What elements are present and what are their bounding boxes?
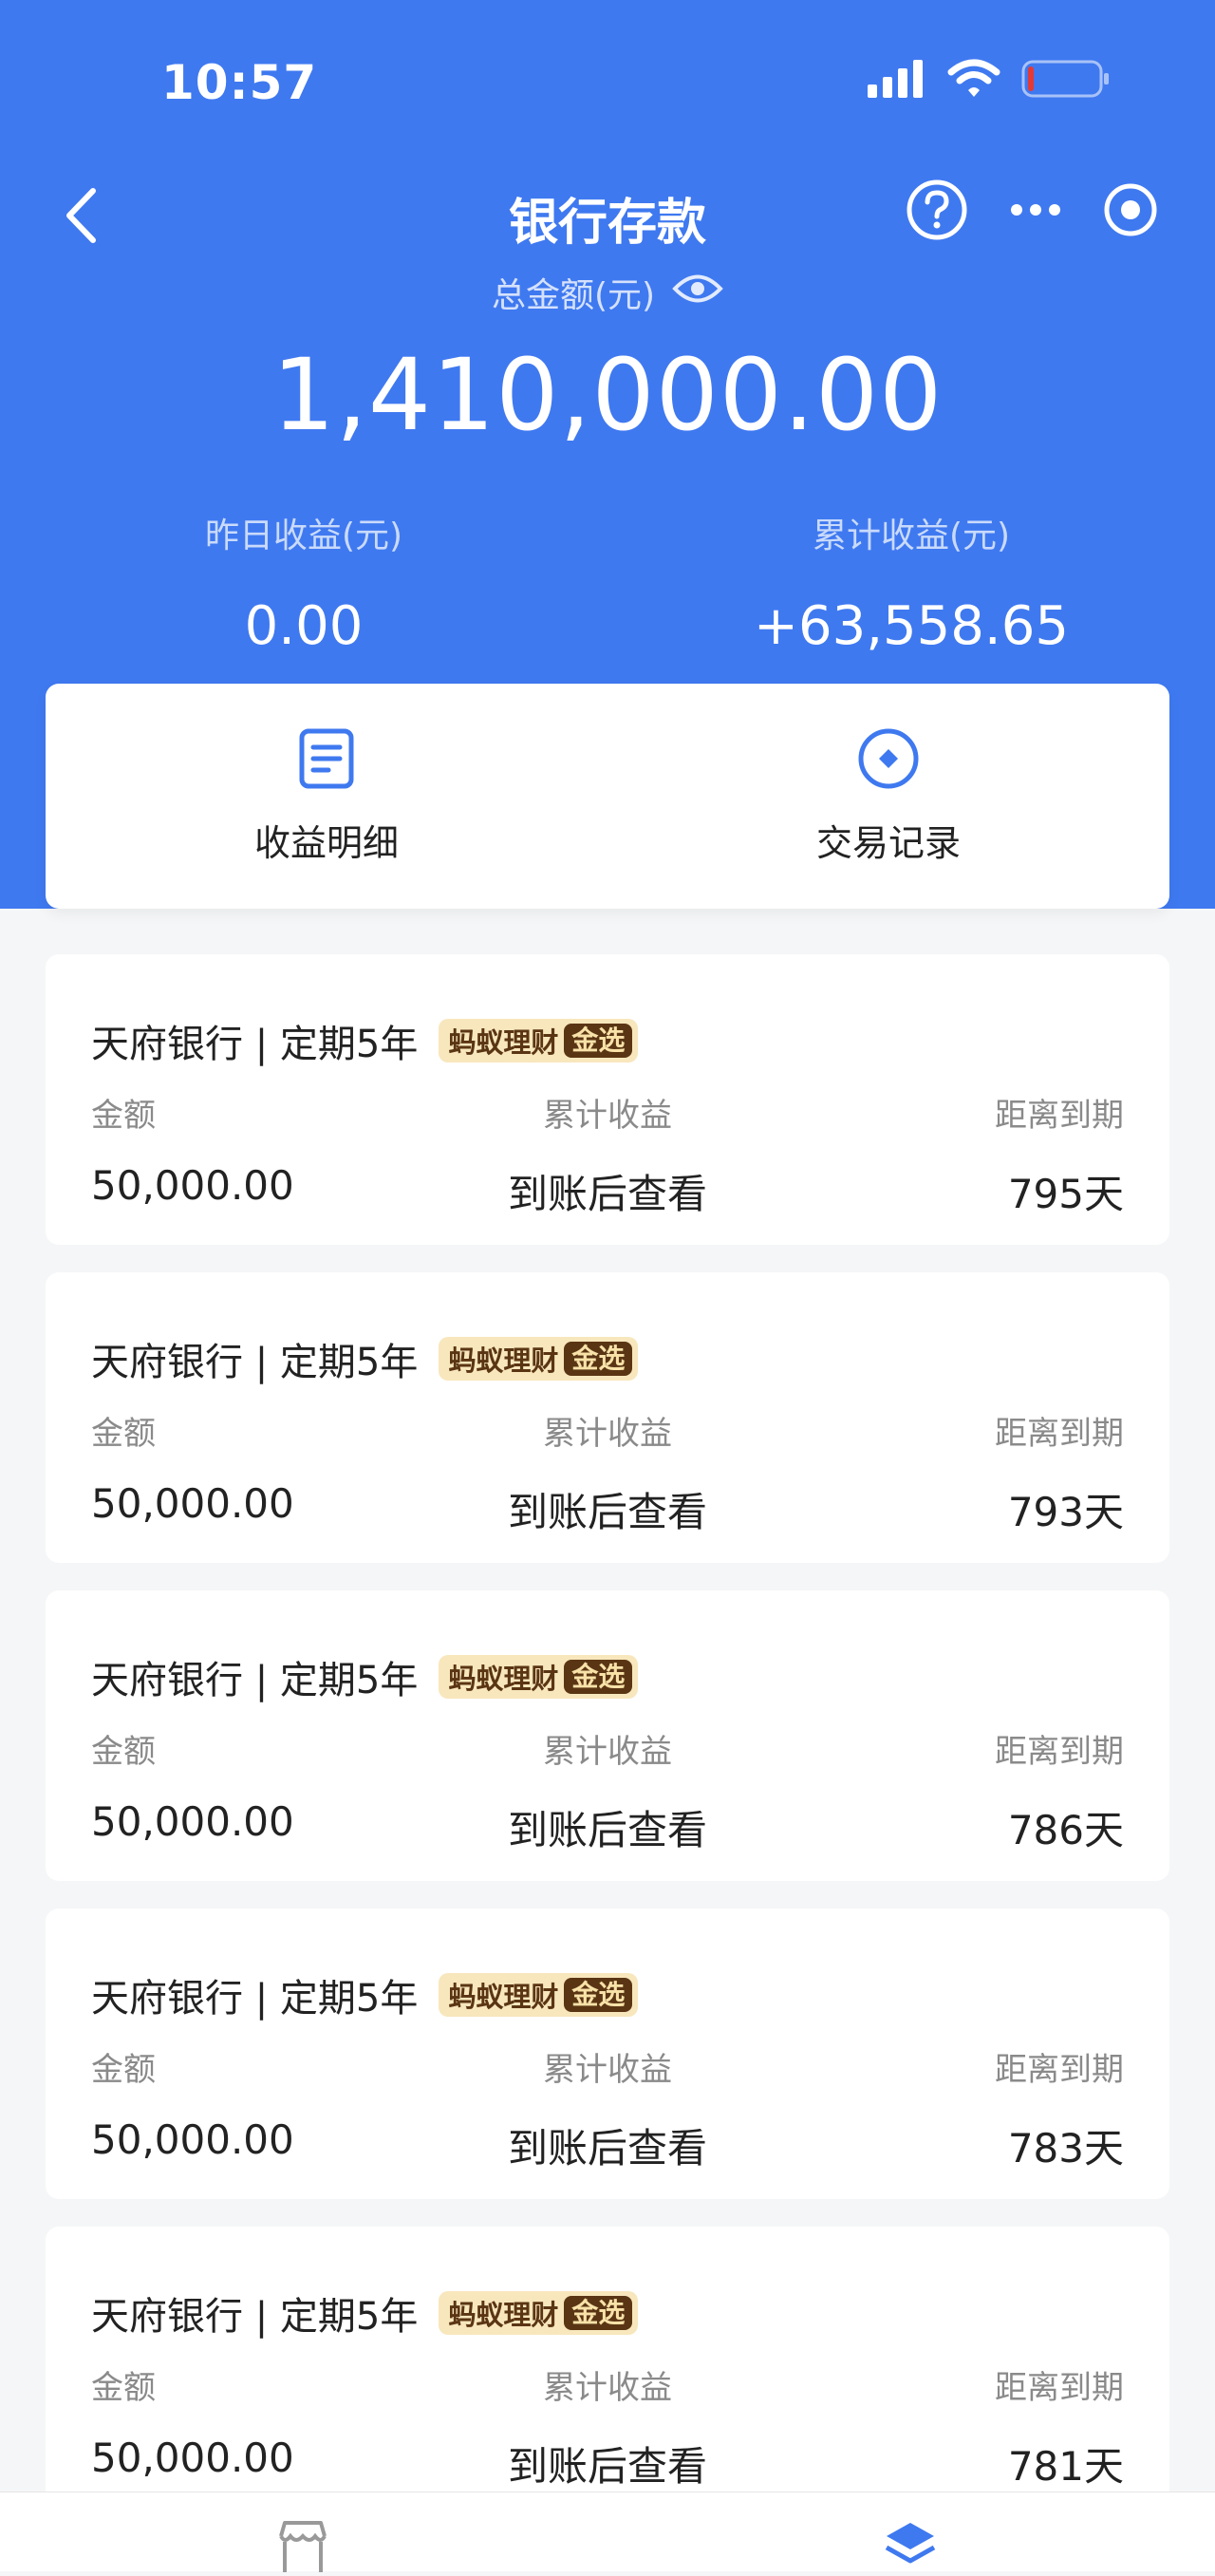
- yesterday-value: 0.00: [244, 595, 364, 657]
- maturity-label: 距离到期: [995, 2369, 1124, 2407]
- transaction-records-button[interactable]: 交易记录: [608, 684, 1169, 909]
- card-title-row: 天府银行 | 定期5年 蚂蚁理财 金选: [91, 1013, 639, 1068]
- maturity-label: 距离到期: [995, 1415, 1124, 1453]
- badge-text: 蚂蚁理财: [448, 1981, 559, 2013]
- total-amount: 1,410,000.00: [271, 337, 944, 453]
- maturity-value: 781天: [1007, 2443, 1124, 2490]
- maturity-value: 783天: [1007, 2125, 1124, 2172]
- back-button[interactable]: [52, 182, 109, 249]
- help-button[interactable]: [906, 179, 968, 241]
- tab-holdings[interactable]: [883, 2519, 938, 2576]
- earnings-detail-label: 收益明细: [253, 822, 399, 864]
- status-icons: [868, 59, 1111, 103]
- record-circle-icon: [858, 728, 919, 789]
- ant-wealth-badge: 蚂蚁理财 金选: [439, 1655, 639, 1699]
- maturity-value: 795天: [1007, 1171, 1124, 1217]
- deposit-card[interactable]: 天府银行 | 定期5年 蚂蚁理财 金选 金额 50,000.00 累计收益 到账后…: [46, 954, 1169, 1245]
- badge-gold: 金选: [564, 1024, 633, 1058]
- total-label-row: 总金额(元): [0, 268, 1215, 317]
- maturity-col: 距离到期 793天: [995, 1407, 1124, 1538]
- card-title-row: 天府银行 | 定期5年 蚂蚁理财 金选: [91, 2285, 639, 2341]
- maturity-col: 距离到期 783天: [995, 2043, 1124, 2174]
- badge-text: 蚂蚁理财: [448, 2299, 559, 2331]
- card-title-row: 天府银行 | 定期5年 蚂蚁理财 金选: [91, 1967, 639, 2022]
- maturity-col: 距离到期 781天: [995, 2361, 1124, 2492]
- earnings-detail-button[interactable]: 收益明细: [46, 684, 608, 909]
- ant-wealth-badge: 蚂蚁理财 金选: [439, 2291, 639, 2335]
- wifi-icon: [947, 59, 1000, 103]
- question-circle-icon: [907, 179, 967, 240]
- maturity-col: 距离到期 786天: [995, 1725, 1124, 1856]
- card-title-row: 天府银行 | 定期5年 蚂蚁理财 金选: [91, 1331, 639, 1386]
- chevron-left-icon: [66, 188, 96, 243]
- signal-icon: [868, 60, 926, 102]
- layers-icon: [885, 2523, 936, 2564]
- document-list-icon: [299, 728, 354, 789]
- bottom-tab-bar: [0, 2491, 1215, 2572]
- cumulative-earnings: 累计收益(元) +63,558.65: [674, 508, 1149, 657]
- nav-bar: 银行存款: [0, 171, 1215, 256]
- deposit-card[interactable]: 天府银行 | 定期5年 蚂蚁理财 金选 金额 50,000.00 累计收益 到账后…: [46, 1590, 1169, 1881]
- deposit-list: 天府银行 | 定期5年 蚂蚁理财 金选 金额 50,000.00 累计收益 到账后…: [46, 954, 1169, 2545]
- store-icon: [279, 2521, 327, 2572]
- transaction-records-label: 交易记录: [815, 822, 961, 864]
- badge-text: 蚂蚁理财: [448, 1026, 559, 1059]
- card-title-row: 天府银行 | 定期5年 蚂蚁理财 金选: [91, 1649, 639, 1704]
- battery-icon: [1021, 59, 1111, 103]
- yesterday-label: 昨日收益(元): [204, 517, 403, 555]
- cumulative-value: +63,558.65: [754, 595, 1069, 657]
- maturity-label: 距离到期: [995, 1097, 1124, 1135]
- card-title: 天府银行 | 定期5年: [91, 2295, 419, 2339]
- yesterday-earnings: 昨日收益(元) 0.00: [66, 508, 541, 657]
- ant-wealth-badge: 蚂蚁理财 金选: [439, 1973, 639, 2017]
- badge-gold: 金选: [564, 1342, 633, 1376]
- target-circle-icon: [1104, 183, 1157, 236]
- maturity-value: 793天: [1007, 1489, 1124, 1535]
- ant-wealth-badge: 蚂蚁理财 金选: [439, 1019, 639, 1062]
- ant-wealth-badge: 蚂蚁理财 金选: [439, 1337, 639, 1381]
- badge-text: 蚂蚁理财: [448, 1344, 559, 1377]
- badge-gold: 金选: [564, 1978, 633, 2012]
- card-title: 天府银行 | 定期5年: [91, 1023, 419, 1066]
- maturity-label: 距离到期: [995, 2051, 1124, 2089]
- deposit-card[interactable]: 天府银行 | 定期5年 蚂蚁理财 金选 金额 50,000.00 累计收益 到账后…: [46, 1272, 1169, 1563]
- deposit-card[interactable]: 天府银行 | 定期5年 蚂蚁理财 金选 金额 50,000.00 累计收益 到账后…: [46, 1908, 1169, 2199]
- card-title: 天府银行 | 定期5年: [91, 1341, 419, 1384]
- more-dots-icon: [1011, 204, 1060, 216]
- badge-text: 蚂蚁理财: [448, 1663, 559, 1695]
- maturity-value: 786天: [1007, 1807, 1124, 1853]
- maturity-label: 距离到期: [995, 1733, 1124, 1771]
- action-card: 收益明细 交易记录: [46, 684, 1169, 909]
- status-bar: 10:57: [0, 0, 1215, 161]
- badge-gold: 金选: [564, 1660, 633, 1694]
- badge-gold: 金选: [564, 2296, 633, 2330]
- card-title: 天府银行 | 定期5年: [91, 1659, 419, 1702]
- tab-store[interactable]: [275, 2519, 330, 2576]
- eye-icon: [672, 274, 723, 302]
- total-label: 总金额(元): [491, 276, 656, 315]
- cumulative-label: 累计收益(元): [812, 517, 1011, 555]
- status-time: 10:57: [161, 55, 318, 110]
- eye-toggle-button[interactable]: [672, 271, 723, 315]
- card-title: 天府银行 | 定期5年: [91, 1977, 419, 2021]
- more-button[interactable]: [1010, 203, 1061, 216]
- nav-actions: [906, 179, 1158, 241]
- maturity-col: 距离到期 795天: [995, 1089, 1124, 1220]
- deposit-card[interactable]: 天府银行 | 定期5年 蚂蚁理财 金选 金额 50,000.00 累计收益 到账后…: [46, 2227, 1169, 2517]
- close-miniapp-button[interactable]: [1103, 182, 1158, 237]
